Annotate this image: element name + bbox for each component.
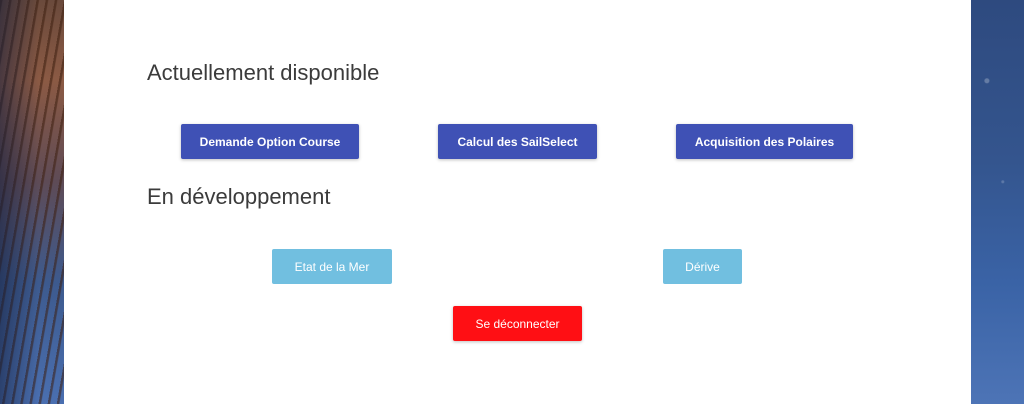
main-panel: Actuellement disponible Demande Option C… [64, 0, 971, 404]
section-title-development: En développement [147, 184, 331, 209]
background-image-right [971, 0, 1024, 404]
demande-option-course-button[interactable]: Demande Option Course [181, 124, 359, 159]
section-title-available: Actuellement disponible [147, 60, 380, 85]
etat-de-la-mer-button[interactable]: Etat de la Mer [272, 249, 392, 284]
calcul-sailselect-button[interactable]: Calcul des SailSelect [438, 124, 597, 159]
background-image-left [0, 0, 64, 404]
logout-button[interactable]: Se déconnecter [453, 306, 582, 341]
acquisition-polaires-button[interactable]: Acquisition des Polaires [676, 124, 853, 159]
derive-button[interactable]: Dérive [663, 249, 742, 284]
